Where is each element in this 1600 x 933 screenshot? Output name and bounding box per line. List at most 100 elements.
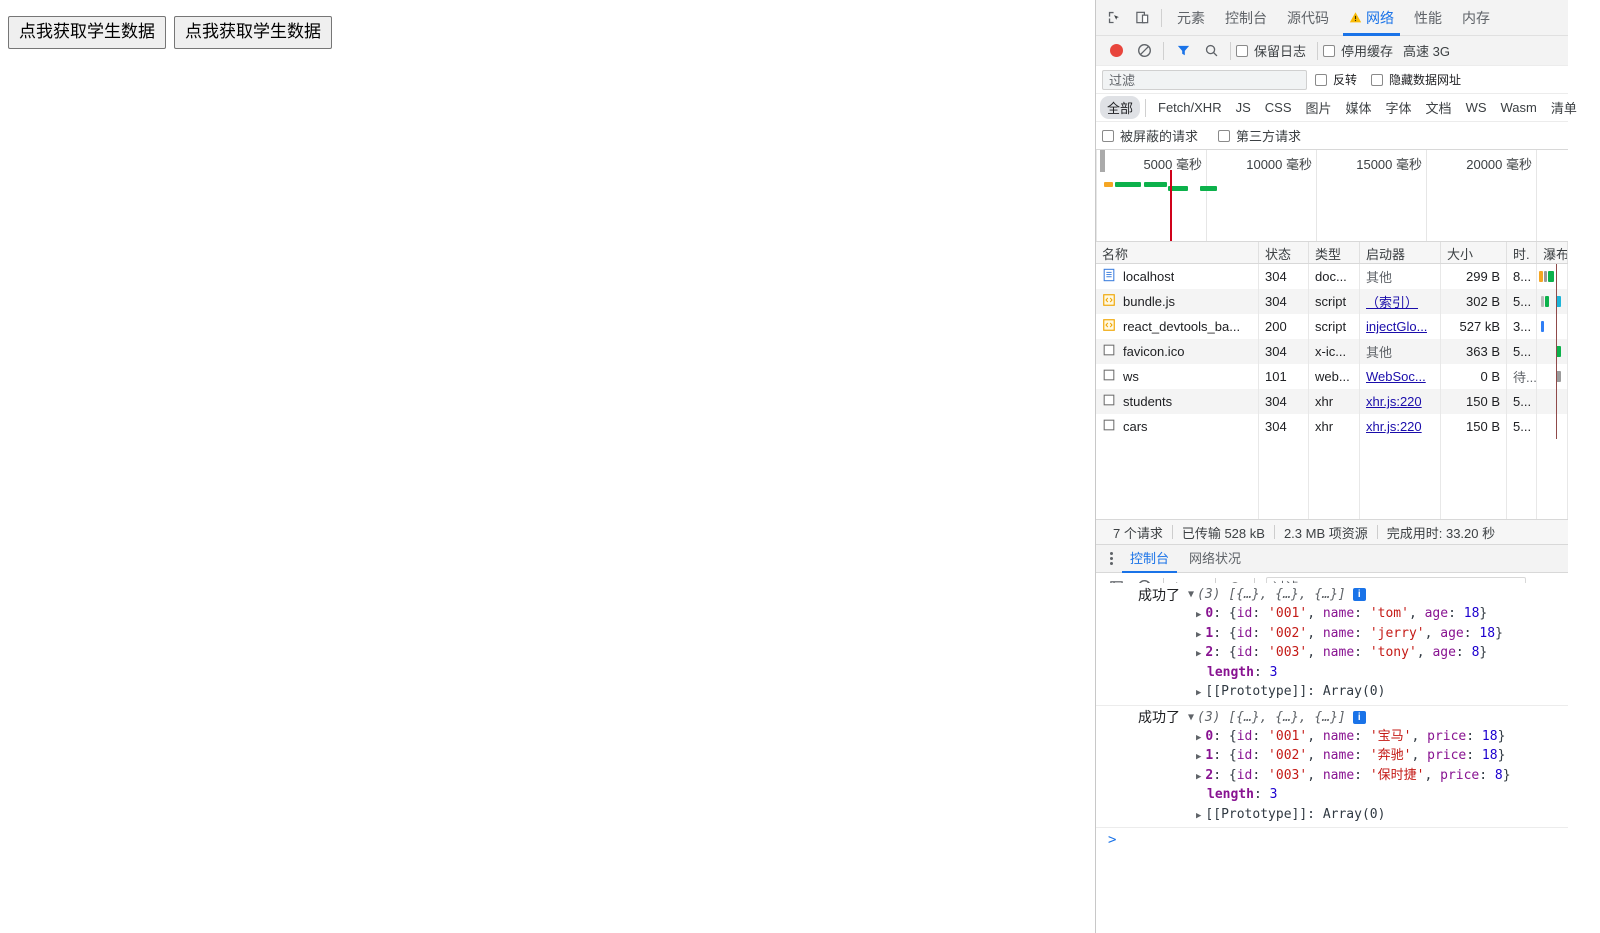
- blocked-requests-checkbox[interactable]: 被屏蔽的请求: [1102, 126, 1198, 145]
- type-filter-js[interactable]: JS: [1229, 98, 1258, 117]
- table-row[interactable]: favicon.ico304x-ic...其他363 B5...: [1096, 339, 1568, 364]
- initiator-value[interactable]: WebSoc...: [1366, 369, 1426, 384]
- table-row[interactable]: react_devtools_ba...200scriptinjectGlo..…: [1096, 314, 1568, 339]
- checkbox-icon: [1102, 130, 1114, 142]
- cell-initiator[interactable]: injectGlo...: [1360, 314, 1441, 339]
- cell-initiator[interactable]: WebSoc...: [1360, 364, 1441, 389]
- cell-initiator[interactable]: xhr.js:220: [1360, 414, 1441, 439]
- object-value: '001': [1268, 606, 1307, 621]
- drawer-tab-network-conditions[interactable]: 网络状况: [1179, 545, 1251, 573]
- cell-name[interactable]: students: [1096, 389, 1259, 414]
- cell-initiator[interactable]: xhr.js:220: [1360, 389, 1441, 414]
- console-log-entry[interactable]: 成功了▼(3) [{…}, {…}, {…}]i▶0: {id: '001', …: [1096, 706, 1568, 829]
- column-header-initiator[interactable]: 启动器: [1360, 242, 1441, 263]
- hide-data-urls-checkbox[interactable]: 隐藏数据网址: [1371, 71, 1461, 88]
- column-header-size[interactable]: 大小: [1441, 242, 1507, 263]
- type-filter-wasm[interactable]: Wasm: [1494, 98, 1544, 117]
- cell-status: 304: [1259, 389, 1309, 414]
- search-icon[interactable]: [1197, 37, 1225, 65]
- filter-icon[interactable]: [1169, 37, 1197, 65]
- initiator-value[interactable]: injectGlo...: [1366, 319, 1427, 334]
- column-header-type[interactable]: 类型: [1309, 242, 1360, 263]
- waterfall-bar: [1541, 321, 1544, 332]
- console-array-item[interactable]: ▶2: {id: '003', name: '保时捷', price: 8}: [1096, 766, 1568, 786]
- console-array-item[interactable]: ▶1: {id: '002', name: '奔驰', price: 18}: [1096, 746, 1568, 766]
- network-filter-input[interactable]: 过滤: [1102, 70, 1307, 90]
- table-row[interactable]: localhost304doc...其他299 B8...: [1096, 264, 1568, 289]
- type-filter-all[interactable]: 全部: [1100, 96, 1140, 119]
- type-filter-font[interactable]: 字体: [1379, 96, 1419, 119]
- type-filter-ws[interactable]: WS: [1459, 98, 1494, 117]
- disclosure-triangle-icon[interactable]: ▶: [1196, 630, 1201, 640]
- cell-status: 101: [1259, 364, 1309, 389]
- type-filter-img[interactable]: 图片: [1299, 96, 1339, 119]
- fetch-student-data-button-1[interactable]: 点我获取学生数据: [8, 16, 166, 49]
- cell-name[interactable]: react_devtools_ba...: [1096, 314, 1259, 339]
- more-options-icon[interactable]: [1102, 552, 1120, 565]
- third-party-requests-checkbox[interactable]: 第三方请求: [1218, 126, 1301, 145]
- tab-sources[interactable]: 源代码: [1277, 0, 1339, 36]
- column-header-status[interactable]: 状态: [1259, 242, 1309, 263]
- console-log-header[interactable]: 成功了▼(3) [{…}, {…}, {…}]i: [1096, 585, 1568, 604]
- console-log-header[interactable]: 成功了▼(3) [{…}, {…}, {…}]i: [1096, 708, 1568, 727]
- table-row[interactable]: bundle.js304script（索引）302 B5...: [1096, 289, 1568, 314]
- disclosure-triangle-icon[interactable]: ▶: [1196, 688, 1201, 698]
- console-log-entry[interactable]: 成功了▼(3) [{…}, {…}, {…}]i▶0: {id: '001', …: [1096, 583, 1568, 706]
- console-prototype-line[interactable]: ▶[[Prototype]]: Array(0): [1096, 682, 1568, 702]
- tab-network[interactable]: 网络: [1339, 0, 1404, 36]
- console-array-item[interactable]: ▶0: {id: '001', name: 'tom', age: 18}: [1096, 604, 1568, 624]
- drawer-tab-console[interactable]: 控制台: [1120, 545, 1179, 573]
- disable-cache-checkbox[interactable]: 停用缓存: [1323, 41, 1393, 60]
- type-filter-css[interactable]: CSS: [1258, 98, 1299, 117]
- preserve-log-checkbox[interactable]: 保留日志: [1236, 41, 1306, 60]
- info-badge-icon[interactable]: i: [1353, 588, 1366, 601]
- type-filter-fetch-xhr[interactable]: Fetch/XHR: [1151, 98, 1229, 117]
- console-prototype-line[interactable]: ▶[[Prototype]]: Array(0): [1096, 805, 1568, 825]
- cell-name[interactable]: ws: [1096, 364, 1259, 389]
- cell-size: 0 B: [1441, 364, 1507, 389]
- cell-name[interactable]: favicon.ico: [1096, 339, 1259, 364]
- inspect-element-icon[interactable]: [1100, 4, 1128, 32]
- table-row[interactable]: cars304xhrxhr.js:220150 B5...: [1096, 414, 1568, 439]
- type-filter-manifest[interactable]: 清单: [1544, 96, 1584, 119]
- cell-waterfall: [1537, 414, 1568, 439]
- invert-checkbox[interactable]: 反转: [1315, 71, 1357, 88]
- info-badge-icon[interactable]: i: [1353, 711, 1366, 724]
- console-array-item[interactable]: ▶0: {id: '001', name: '宝马', price: 18}: [1096, 727, 1568, 747]
- network-overview-timeline[interactable]: 5000 毫秒 10000 毫秒 15000 毫秒 20000 毫秒: [1096, 150, 1568, 242]
- record-icon[interactable]: [1102, 37, 1130, 65]
- tab-performance[interactable]: 性能: [1404, 0, 1452, 36]
- disclosure-triangle-icon[interactable]: ▶: [1196, 752, 1201, 762]
- disclosure-triangle-icon[interactable]: ▶: [1196, 610, 1201, 620]
- column-header-time[interactable]: 时.: [1507, 242, 1537, 263]
- cell-initiator[interactable]: （索引）: [1360, 289, 1441, 314]
- type-filter-doc[interactable]: 文档: [1419, 96, 1459, 119]
- cell-name[interactable]: localhost: [1096, 264, 1259, 289]
- fetch-student-data-button-2[interactable]: 点我获取学生数据: [174, 16, 332, 49]
- disclosure-triangle-icon[interactable]: ▶: [1196, 772, 1201, 782]
- cell-name[interactable]: cars: [1096, 414, 1259, 439]
- console-array-item[interactable]: ▶2: {id: '003', name: 'tony', age: 8}: [1096, 643, 1568, 663]
- cell-name[interactable]: bundle.js: [1096, 289, 1259, 314]
- table-row[interactable]: ws101web...WebSoc...0 B待...: [1096, 364, 1568, 389]
- device-toolbar-icon[interactable]: [1128, 4, 1156, 32]
- disclosure-triangle-icon[interactable]: ▶: [1196, 649, 1201, 659]
- disclosure-triangle-icon[interactable]: ▼: [1188, 712, 1194, 723]
- disclosure-triangle-icon[interactable]: ▶: [1196, 811, 1201, 821]
- table-row[interactable]: students304xhrxhr.js:220150 B5...: [1096, 389, 1568, 414]
- tab-memory[interactable]: 内存: [1452, 0, 1500, 36]
- clear-icon[interactable]: [1130, 37, 1158, 65]
- column-header-name[interactable]: 名称: [1096, 242, 1259, 263]
- tab-elements[interactable]: 元素: [1167, 0, 1215, 36]
- disclosure-triangle-icon[interactable]: ▼: [1188, 589, 1194, 600]
- initiator-value[interactable]: （索引）: [1366, 292, 1418, 311]
- column-header-waterfall[interactable]: 瀑布: [1537, 242, 1568, 263]
- initiator-value[interactable]: xhr.js:220: [1366, 394, 1422, 409]
- tab-console[interactable]: 控制台: [1215, 0, 1277, 36]
- disclosure-triangle-icon[interactable]: ▶: [1196, 733, 1201, 743]
- initiator-value[interactable]: xhr.js:220: [1366, 419, 1422, 434]
- type-filter-media[interactable]: 媒体: [1339, 96, 1379, 119]
- console-array-item[interactable]: ▶1: {id: '002', name: 'jerry', age: 18}: [1096, 624, 1568, 644]
- throttle-select[interactable]: 高速 3G: [1399, 41, 1454, 60]
- console-prompt-row[interactable]: >: [1096, 828, 1568, 852]
